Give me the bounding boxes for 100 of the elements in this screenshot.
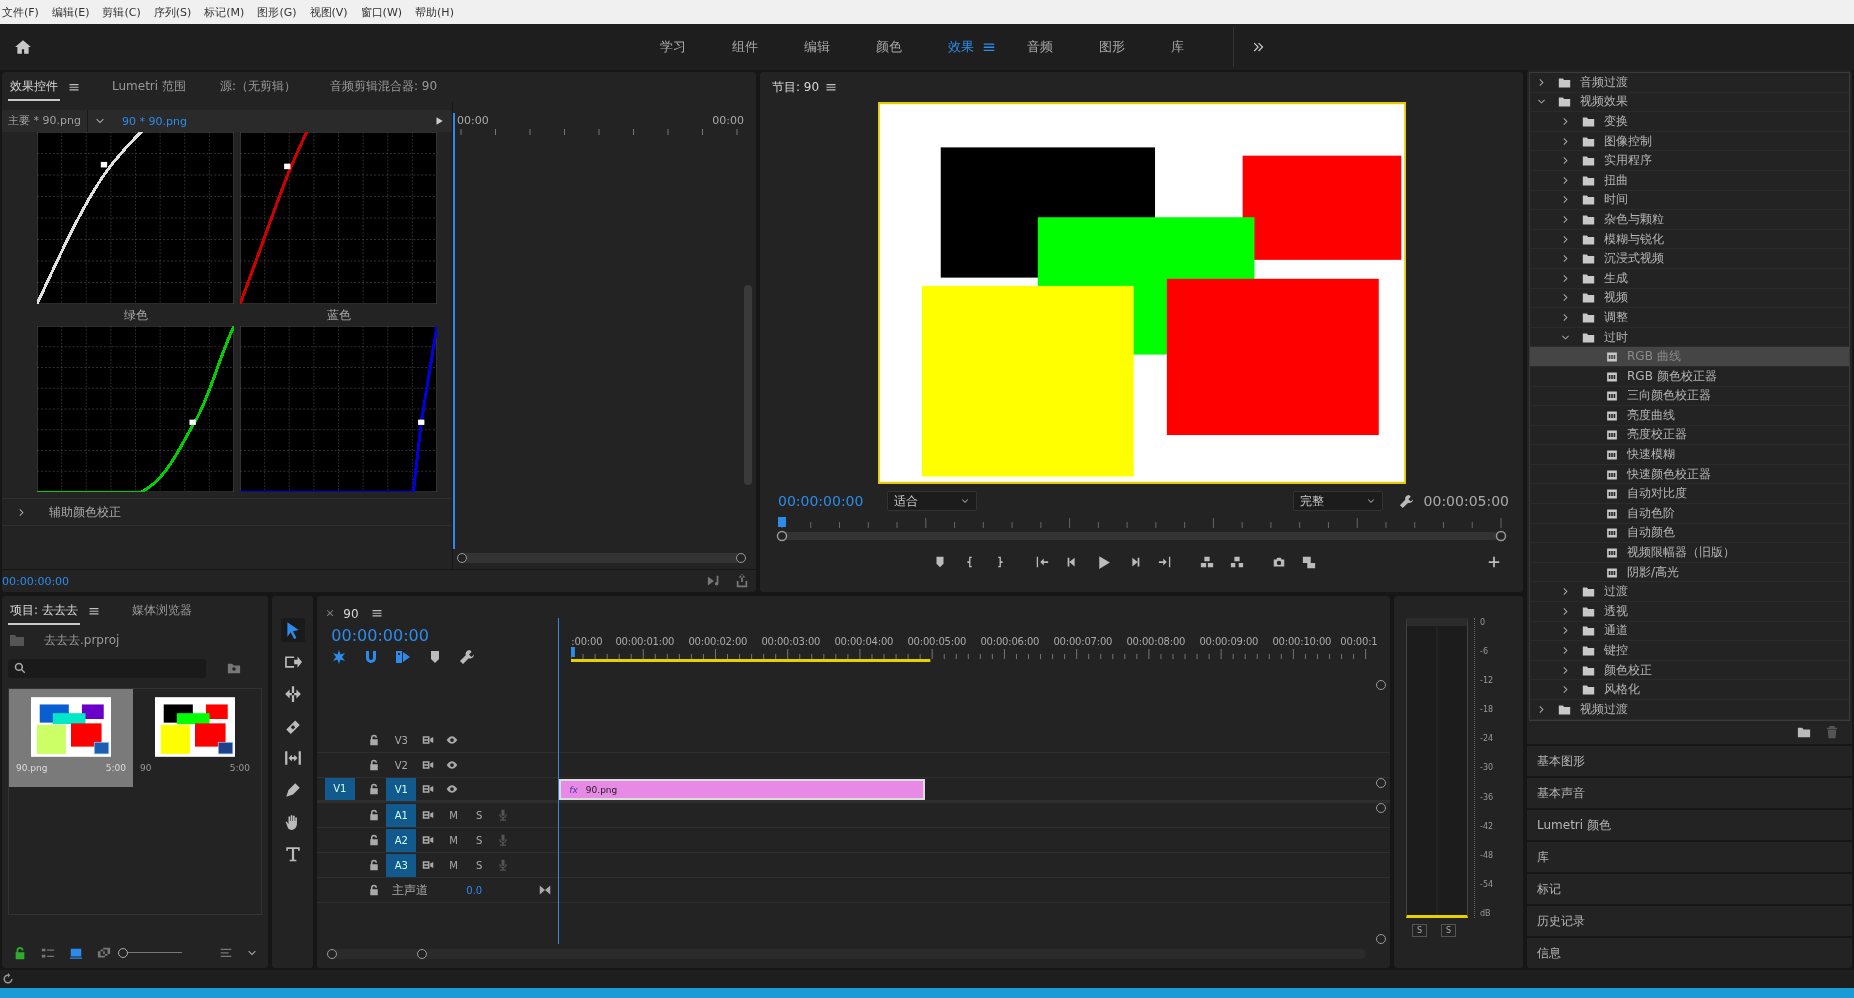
slider-thumb[interactable] (118, 948, 128, 958)
wrench-icon[interactable] (1398, 493, 1414, 509)
workspace-tab[interactable]: 音频 (1004, 38, 1076, 56)
search-field[interactable] (8, 658, 206, 678)
lock-icon[interactable] (368, 834, 381, 846)
folder-item[interactable]: 时间 (1530, 190, 1849, 211)
go-to-out-icon[interactable] (1158, 555, 1172, 569)
timecode[interactable]: 00:00:00:00 (331, 626, 429, 645)
solo-button[interactable]: S (475, 809, 483, 821)
close-icon[interactable] (325, 608, 336, 618)
workspace-tab[interactable]: 图形 (1076, 38, 1148, 56)
zoom-slider[interactable] (118, 948, 182, 958)
effect-item[interactable]: 快速颜色校正器 (1530, 464, 1849, 485)
lift-icon[interactable] (1200, 555, 1214, 569)
zoom-scrollbar[interactable] (327, 949, 1366, 959)
folder-item[interactable]: 颜色校正 (1530, 660, 1849, 681)
more-workspaces-icon[interactable] (1252, 40, 1266, 54)
solo-button[interactable]: S (1412, 924, 1428, 937)
scroll-handle[interactable] (1376, 934, 1386, 944)
camera-icon[interactable] (1272, 555, 1286, 569)
panel-header[interactable]: 库 (1527, 840, 1852, 872)
section-label[interactable]: 辅助颜色校正 (49, 503, 121, 521)
new-bin-icon[interactable] (1796, 725, 1812, 740)
effect-item[interactable]: 自动颜色 (1530, 523, 1849, 544)
panel-tab[interactable]: 媒体浏览器 (129, 597, 194, 625)
menu-item[interactable]: 编辑(E) (51, 4, 90, 20)
lock-icon[interactable] (368, 884, 381, 896)
workspace-tab[interactable]: 学习 (637, 38, 709, 56)
folder-item[interactable]: 风格化 (1530, 680, 1849, 700)
export-icon[interactable] (734, 574, 750, 588)
timecode[interactable]: 00:00:00:00 (2, 574, 70, 588)
mute-button[interactable]: M (449, 809, 458, 821)
folder-item[interactable]: 生成 (1530, 268, 1849, 289)
sequence-clip-label[interactable]: 90 * 90.png (111, 114, 197, 128)
effect-item[interactable]: 自动对比度 (1530, 484, 1849, 505)
menu-item[interactable]: 视图(V) (309, 4, 348, 20)
track-target[interactable]: V2 (386, 753, 417, 777)
eye-icon[interactable] (446, 783, 459, 795)
source-patch[interactable]: V1 (324, 778, 355, 800)
folder-item[interactable]: 视频过渡 (1530, 700, 1849, 720)
icon-view-icon[interactable] (68, 946, 84, 960)
panel-tab[interactable]: 项目: 去去去 (8, 597, 80, 625)
control-point[interactable] (100, 161, 108, 168)
timecode[interactable]: 00:00:00:00 (778, 493, 864, 509)
lock-icon[interactable] (368, 734, 381, 746)
folder-item[interactable]: 模糊与锐化 (1530, 229, 1849, 250)
folder-item[interactable]: 杂色与颗粒 (1530, 210, 1849, 230)
control-point[interactable] (284, 163, 291, 170)
folder-item[interactable]: 扭曲 (1530, 170, 1849, 191)
track-output-icon[interactable] (422, 834, 435, 846)
eye-icon[interactable] (446, 734, 459, 746)
list-view-icon[interactable] (40, 946, 56, 960)
panel-header[interactable]: 基本声音 (1527, 776, 1852, 808)
lock-icon[interactable] (368, 859, 381, 871)
wrench-icon[interactable] (459, 649, 476, 665)
go-to-in-icon[interactable] (1035, 555, 1049, 569)
effect-item[interactable]: 快速模糊 (1530, 445, 1849, 465)
effect-item[interactable]: RGB 颜色校正器 (1530, 366, 1849, 387)
workspace-tab[interactable]: 颜色 (853, 38, 925, 56)
effect-item[interactable]: 阴影/高光 (1530, 562, 1849, 583)
curve-editor[interactable] (37, 326, 234, 492)
effect-item[interactable]: 亮度曲线 (1530, 406, 1849, 426)
workspace-tab[interactable]: 效果 (925, 38, 982, 56)
panel-tab[interactable]: 源:（无剪辑） (217, 73, 298, 101)
panel-tab[interactable]: 节目: 90 (770, 74, 822, 100)
scroll-handle[interactable] (1376, 680, 1386, 690)
panel-header[interactable]: 历史记录 (1527, 904, 1852, 936)
folder-item[interactable]: 变换 (1530, 112, 1849, 132)
mute-button[interactable]: M (449, 834, 458, 846)
track-output-icon[interactable] (422, 734, 435, 746)
eye-icon[interactable] (446, 759, 459, 771)
folder-item[interactable]: 音频过渡 (1530, 73, 1849, 93)
effect-item[interactable]: 视频限幅器（旧版） (1530, 543, 1849, 563)
control-point[interactable] (418, 419, 425, 425)
solo-button[interactable]: S (1441, 924, 1457, 937)
lock-icon[interactable] (368, 809, 381, 821)
menu-item[interactable]: 文件(F) (2, 4, 39, 20)
folder-item[interactable]: 沉浸式视频 (1530, 249, 1849, 269)
folder-item[interactable]: 通道 (1530, 621, 1849, 642)
folder-item[interactable]: 实用程序 (1530, 151, 1849, 171)
folder-item[interactable]: 调整 (1530, 308, 1849, 328)
menu-item[interactable]: 序列(S) (153, 4, 192, 20)
compare-icon[interactable] (1302, 555, 1316, 569)
menu-icon[interactable] (370, 607, 383, 619)
panel-tab[interactable]: 音频剪辑混合器: 90 (328, 73, 440, 101)
lock-icon[interactable] (368, 759, 381, 771)
home-icon[interactable] (14, 38, 32, 56)
panel-header[interactable]: Lumetri 颜色 (1527, 808, 1852, 840)
menu-icon[interactable] (825, 81, 838, 93)
panel-tab[interactable]: 效果控件 (8, 73, 60, 101)
zoom-dropdown[interactable]: 适合 (887, 491, 978, 511)
sequence-tab[interactable]: 90 (341, 601, 361, 625)
folder-item[interactable]: 过渡 (1530, 582, 1849, 603)
menu-item[interactable]: 标记(M) (204, 4, 245, 20)
panel-header[interactable]: 信息 (1527, 936, 1852, 968)
track-target[interactable]: A3 (386, 853, 417, 877)
zoom-scrollbar[interactable] (457, 553, 746, 563)
workspace-tab[interactable]: 编辑 (781, 38, 853, 56)
sync-icon[interactable] (2, 973, 14, 985)
menu-item[interactable]: 窗口(W) (360, 4, 403, 20)
